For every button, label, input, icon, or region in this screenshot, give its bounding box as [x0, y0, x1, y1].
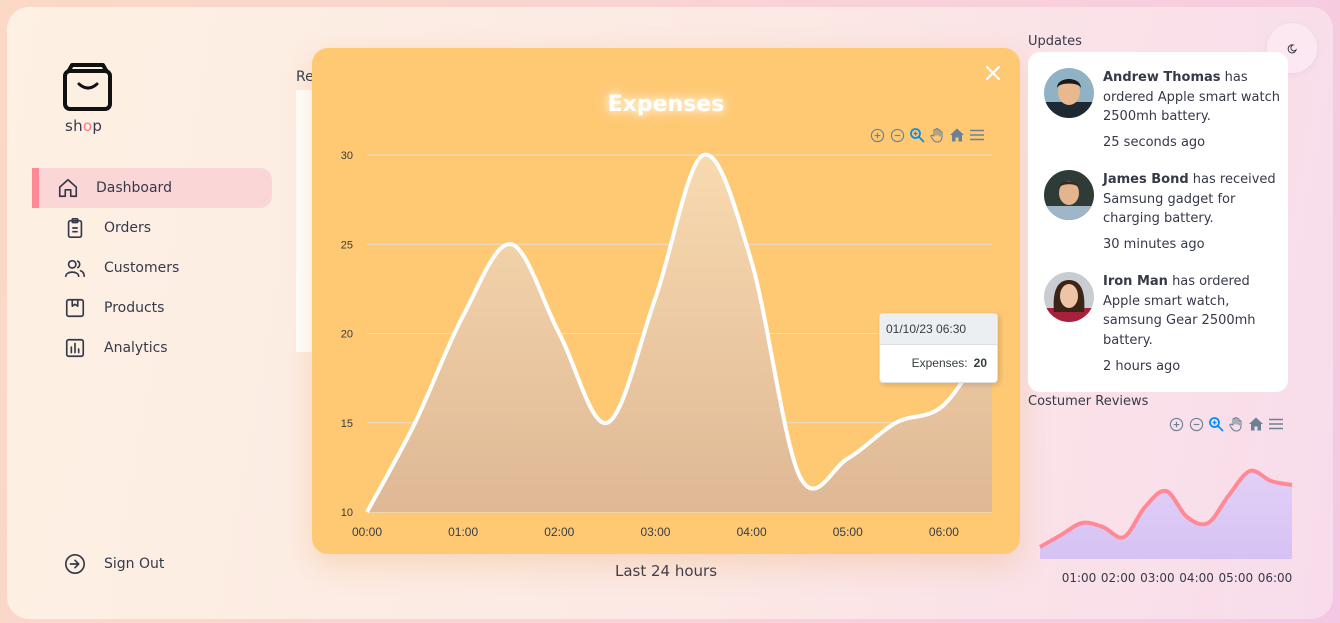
update-message: Iron Man has ordered Apple smart watch, …	[1103, 274, 1256, 348]
x-tick-label: 05:00	[1219, 571, 1254, 585]
sidebar-item-customers[interactable]: Customers	[32, 248, 272, 288]
tooltip-body: Expenses: 20	[880, 345, 997, 382]
users-icon	[64, 257, 86, 279]
avatar	[1044, 272, 1094, 322]
moon-icon	[1287, 39, 1298, 58]
period-label: Last 24 hours	[615, 562, 718, 580]
tooltip-header: 01/10/23 06:30	[880, 314, 997, 345]
sidebar-item-label: Products	[104, 300, 165, 316]
x-tick-label: 01:00	[448, 525, 478, 539]
y-tick-label: 20	[341, 329, 353, 341]
updates-card: Andrew Thomas has ordered Apple smart wa…	[1028, 52, 1288, 392]
avatar	[1044, 68, 1094, 118]
sidebar-item-dashboard[interactable]: Dashboard	[32, 168, 272, 208]
shop-logo-icon	[62, 62, 116, 114]
tooltip-value: 20	[973, 356, 987, 370]
sidebar-item-products[interactable]: Products	[32, 288, 272, 328]
clipboard-icon	[64, 217, 86, 239]
bar-chart-icon	[64, 337, 86, 359]
update-time: 25 seconds ago	[1103, 135, 1206, 150]
tooltip-series: Expenses:	[911, 356, 968, 370]
reviews-area	[1040, 470, 1292, 559]
sign-out-button[interactable]: Sign Out	[64, 553, 164, 575]
sign-out-label: Sign Out	[104, 556, 165, 572]
update-time: 30 minutes ago	[1103, 237, 1205, 252]
x-tick-label: 03:00	[1140, 571, 1175, 585]
expenses-chart: 10 15 20 25 30 00:00 01:00 02:00 03:00 04:00 05:00…	[341, 150, 994, 539]
reviews-chart: 01:00 02:00 03:00 04:00 05:00 06:00	[1039, 468, 1293, 585]
x-tick-label: 03:00	[640, 525, 670, 539]
sidebar-item-label: Orders	[104, 220, 152, 236]
sidebar-item-label: Customers	[104, 260, 180, 276]
sidebar-item-orders[interactable]: Orders	[32, 208, 272, 248]
sidebar-nav: Dashboard Orders Customers Products Anal…	[32, 168, 272, 368]
chart-tooltip: 01/10/23 06:30 Expenses: 20	[879, 313, 998, 383]
sidebar-item-label: Dashboard	[96, 180, 172, 196]
update-message: James Bond has received Samsung gadget f…	[1103, 172, 1276, 226]
x-tick-label: 05:00	[833, 525, 863, 539]
app-window: shop Dashboard Orders Customers Products	[7, 7, 1333, 619]
x-tick-label: 02:00	[544, 525, 574, 539]
box-icon	[64, 297, 86, 319]
y-tick-label: 30	[341, 150, 353, 162]
update-message: Andrew Thomas has ordered Apple smart wa…	[1103, 70, 1280, 124]
y-tick-label: 25	[341, 239, 353, 251]
x-tick-label: 06:00	[1258, 571, 1293, 585]
x-tick-label: 02:00	[1101, 571, 1136, 585]
sign-out-icon	[64, 553, 86, 575]
avatar	[1044, 170, 1094, 220]
sidebar-item-label: Analytics	[104, 340, 168, 356]
x-tick-label: 04:00	[737, 525, 767, 539]
update-time: 2 hours ago	[1103, 359, 1181, 374]
updates-title: Updates	[1028, 34, 1082, 49]
x-tick-label: 04:00	[1179, 571, 1214, 585]
brand-name: shop	[65, 117, 103, 135]
y-tick-label: 15	[341, 418, 353, 430]
x-tick-label: 06:00	[929, 525, 959, 539]
y-tick-label: 10	[341, 507, 353, 519]
expenses-modal: Expenses 10 15 20 25 30 00:00 01:00 02:00 03:00 0…	[312, 48, 1020, 554]
x-tick-label: 01:00	[1062, 571, 1097, 585]
home-icon	[57, 177, 79, 199]
x-tick-label: 00:00	[352, 525, 382, 539]
sidebar-item-analytics[interactable]: Analytics	[32, 328, 272, 368]
